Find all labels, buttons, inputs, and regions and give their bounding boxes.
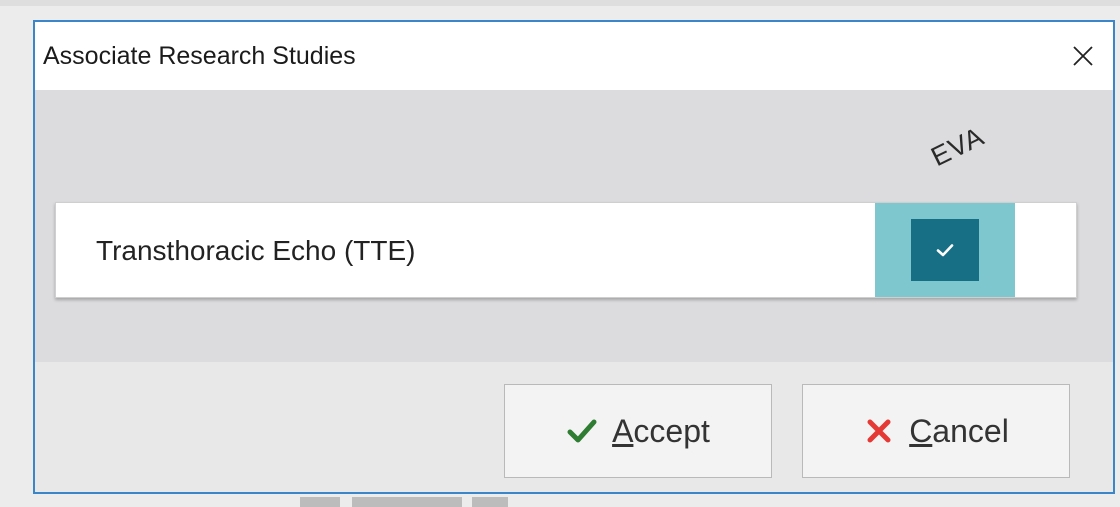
eva-checkbox[interactable]: [911, 219, 979, 281]
accept-button-label: Accept: [612, 412, 710, 449]
background-block: [352, 497, 462, 507]
background-top-edge: [0, 0, 1120, 6]
column-header-eva: EVA: [926, 121, 990, 173]
dialog-titlebar: Associate Research Studies: [35, 22, 1113, 90]
background-block: [300, 497, 340, 507]
checkmark-icon: [567, 419, 597, 443]
cancel-button-label: Cancel: [909, 412, 1009, 449]
eva-check-cell[interactable]: [875, 203, 1015, 297]
study-row: Transthoracic Echo (TTE): [55, 202, 1077, 298]
close-icon: [1073, 46, 1093, 66]
cancel-button[interactable]: Cancel: [802, 384, 1070, 478]
x-icon: [867, 419, 891, 443]
accept-button[interactable]: Accept: [504, 384, 772, 478]
associate-research-studies-dialog: Associate Research Studies EVA Transthor…: [33, 20, 1115, 494]
checkmark-icon: [936, 244, 954, 257]
study-row-label: Transthoracic Echo (TTE): [96, 235, 416, 266]
dialog-footer: Accept Cancel: [35, 362, 1113, 492]
close-button[interactable]: [1053, 22, 1113, 90]
studies-grid: EVA Transthoracic Echo (TTE): [35, 90, 1113, 362]
background-block: [472, 497, 508, 507]
dialog-title: Associate Research Studies: [43, 42, 356, 70]
